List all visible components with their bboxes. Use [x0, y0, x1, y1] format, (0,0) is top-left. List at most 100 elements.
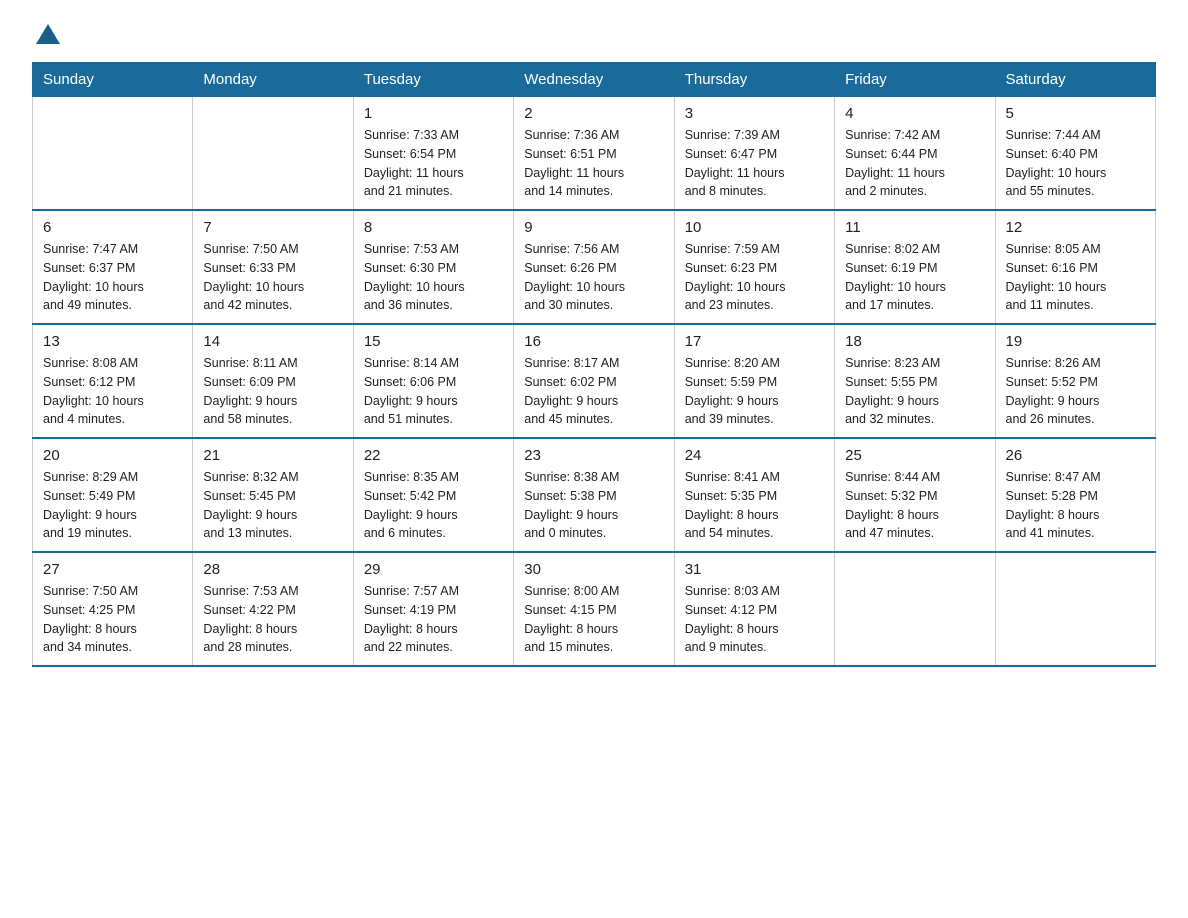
day-number: 30 [524, 561, 663, 578]
day-info: Sunrise: 8:08 AMSunset: 6:12 PMDaylight:… [43, 354, 182, 429]
day-number: 10 [685, 219, 824, 236]
day-number: 27 [43, 561, 182, 578]
day-info: Sunrise: 8:41 AMSunset: 5:35 PMDaylight:… [685, 468, 824, 543]
day-info: Sunrise: 7:57 AMSunset: 4:19 PMDaylight:… [364, 582, 503, 657]
calendar-week-row: 20 Sunrise: 8:29 AMSunset: 5:49 PMDayligh… [33, 438, 1156, 552]
calendar-cell: 17 Sunrise: 8:20 AMSunset: 5:59 PMDayligh… [674, 324, 834, 438]
calendar-header-row: SundayMondayTuesdayWednesdayThursdayFrid… [33, 63, 1156, 97]
calendar-cell [193, 97, 353, 211]
day-number: 24 [685, 447, 824, 464]
day-info: Sunrise: 7:42 AMSunset: 6:44 PMDaylight:… [845, 126, 984, 201]
day-info: Sunrise: 7:44 AMSunset: 6:40 PMDaylight:… [1006, 126, 1145, 201]
day-number: 23 [524, 447, 663, 464]
day-info: Sunrise: 8:35 AMSunset: 5:42 PMDaylight:… [364, 468, 503, 543]
day-number: 28 [203, 561, 342, 578]
calendar-cell: 5Sunrise: 7:44 AMSunset: 6:40 PMDaylight… [995, 97, 1155, 211]
day-info: Sunrise: 8:44 AMSunset: 5:32 PMDaylight:… [845, 468, 984, 543]
day-number: 29 [364, 561, 503, 578]
day-info: Sunrise: 8:38 AMSunset: 5:38 PMDaylight:… [524, 468, 663, 543]
day-number: 15 [364, 333, 503, 350]
day-info: Sunrise: 7:59 AMSunset: 6:23 PMDaylight:… [685, 240, 824, 315]
calendar-cell: 16Sunrise: 8:17 AMSunset: 6:02 PMDayligh… [514, 324, 674, 438]
day-info: Sunrise: 8:00 AMSunset: 4:15 PMDaylight:… [524, 582, 663, 657]
day-info: Sunrise: 8:02 AMSunset: 6:19 PMDaylight:… [845, 240, 984, 315]
calendar-cell: 20 Sunrise: 8:29 AMSunset: 5:49 PMDayligh… [33, 438, 193, 552]
calendar-cell: 24 Sunrise: 8:41 AMSunset: 5:35 PMDayligh… [674, 438, 834, 552]
day-info: Sunrise: 8:26 AMSunset: 5:52 PMDaylight:… [1006, 354, 1145, 429]
calendar-week-row: 6Sunrise: 7:47 AMSunset: 6:37 PMDaylight… [33, 210, 1156, 324]
day-info: Sunrise: 8:14 AMSunset: 6:06 PMDaylight:… [364, 354, 503, 429]
day-number: 21 [203, 447, 342, 464]
calendar-cell: 29 Sunrise: 7:57 AMSunset: 4:19 PMDayligh… [353, 552, 513, 666]
calendar-cell: 10 Sunrise: 7:59 AMSunset: 6:23 PMDayligh… [674, 210, 834, 324]
day-info: Sunrise: 8:05 AMSunset: 6:16 PMDaylight:… [1006, 240, 1145, 315]
header-day-monday: Monday [193, 63, 353, 97]
calendar-cell: 25 Sunrise: 8:44 AMSunset: 5:32 PMDayligh… [835, 438, 995, 552]
day-number: 19 [1006, 333, 1145, 350]
calendar-cell: 21 Sunrise: 8:32 AMSunset: 5:45 PMDayligh… [193, 438, 353, 552]
calendar-cell: 30 Sunrise: 8:00 AMSunset: 4:15 PMDayligh… [514, 552, 674, 666]
calendar-cell: 19 Sunrise: 8:26 AMSunset: 5:52 PMDayligh… [995, 324, 1155, 438]
day-number: 8 [364, 219, 503, 236]
day-info: Sunrise: 8:03 AMSunset: 4:12 PMDaylight:… [685, 582, 824, 657]
calendar-week-row: 27 Sunrise: 7:50 AMSunset: 4:25 PMDayligh… [33, 552, 1156, 666]
calendar-week-row: 13 Sunrise: 8:08 AMSunset: 6:12 PMDayligh… [33, 324, 1156, 438]
day-info: Sunrise: 7:50 AMSunset: 4:25 PMDaylight:… [43, 582, 182, 657]
header-day-friday: Friday [835, 63, 995, 97]
calendar-cell: 23 Sunrise: 8:38 AMSunset: 5:38 PMDayligh… [514, 438, 674, 552]
calendar-cell: 15 Sunrise: 8:14 AMSunset: 6:06 PMDayligh… [353, 324, 513, 438]
calendar-cell: 8 Sunrise: 7:53 AMSunset: 6:30 PMDaylight… [353, 210, 513, 324]
day-info: Sunrise: 7:53 AMSunset: 4:22 PMDaylight:… [203, 582, 342, 657]
day-number: 18 [845, 333, 984, 350]
calendar-cell: 27 Sunrise: 7:50 AMSunset: 4:25 PMDayligh… [33, 552, 193, 666]
day-number: 17 [685, 333, 824, 350]
day-info: Sunrise: 8:23 AMSunset: 5:55 PMDaylight:… [845, 354, 984, 429]
day-number: 7 [203, 219, 342, 236]
day-number: 20 [43, 447, 182, 464]
calendar-cell: 2 Sunrise: 7:36 AMSunset: 6:51 PMDaylight… [514, 97, 674, 211]
day-number: 9 [524, 219, 663, 236]
day-number: 13 [43, 333, 182, 350]
day-info: Sunrise: 8:20 AMSunset: 5:59 PMDaylight:… [685, 354, 824, 429]
calendar-cell [33, 97, 193, 211]
calendar-table: SundayMondayTuesdayWednesdayThursdayFrid… [32, 62, 1156, 667]
calendar-cell [835, 552, 995, 666]
day-number: 26 [1006, 447, 1145, 464]
day-number: 22 [364, 447, 503, 464]
calendar-cell: 4 Sunrise: 7:42 AMSunset: 6:44 PMDaylight… [835, 97, 995, 211]
day-number: 4 [845, 105, 984, 122]
calendar-cell: 31 Sunrise: 8:03 AMSunset: 4:12 PMDayligh… [674, 552, 834, 666]
logo [32, 24, 60, 46]
header-day-tuesday: Tuesday [353, 63, 513, 97]
day-info: Sunrise: 7:36 AMSunset: 6:51 PMDaylight:… [524, 126, 663, 201]
day-info: Sunrise: 8:11 AMSunset: 6:09 PMDaylight:… [203, 354, 342, 429]
day-info: Sunrise: 7:47 AMSunset: 6:37 PMDaylight:… [43, 240, 182, 315]
day-number: 2 [524, 105, 663, 122]
day-info: Sunrise: 8:29 AMSunset: 5:49 PMDaylight:… [43, 468, 182, 543]
calendar-cell: 28 Sunrise: 7:53 AMSunset: 4:22 PMDayligh… [193, 552, 353, 666]
day-number: 12 [1006, 219, 1145, 236]
calendar-cell: 26 Sunrise: 8:47 AMSunset: 5:28 PMDayligh… [995, 438, 1155, 552]
calendar-cell: 6Sunrise: 7:47 AMSunset: 6:37 PMDaylight… [33, 210, 193, 324]
day-number: 31 [685, 561, 824, 578]
day-info: Sunrise: 7:50 AMSunset: 6:33 PMDaylight:… [203, 240, 342, 315]
day-info: Sunrise: 7:39 AMSunset: 6:47 PMDaylight:… [685, 126, 824, 201]
calendar-cell: 14Sunrise: 8:11 AMSunset: 6:09 PMDayligh… [193, 324, 353, 438]
day-info: Sunrise: 8:17 AMSunset: 6:02 PMDaylight:… [524, 354, 663, 429]
header-day-thursday: Thursday [674, 63, 834, 97]
day-info: Sunrise: 7:56 AMSunset: 6:26 PMDaylight:… [524, 240, 663, 315]
day-info: Sunrise: 7:53 AMSunset: 6:30 PMDaylight:… [364, 240, 503, 315]
day-number: 11 [845, 219, 984, 236]
page-header [32, 24, 1156, 46]
day-number: 25 [845, 447, 984, 464]
calendar-cell: 12 Sunrise: 8:05 AMSunset: 6:16 PMDayligh… [995, 210, 1155, 324]
calendar-cell: 18 Sunrise: 8:23 AMSunset: 5:55 PMDayligh… [835, 324, 995, 438]
day-number: 3 [685, 105, 824, 122]
calendar-cell: 13 Sunrise: 8:08 AMSunset: 6:12 PMDayligh… [33, 324, 193, 438]
day-info: Sunrise: 8:47 AMSunset: 5:28 PMDaylight:… [1006, 468, 1145, 543]
header-day-sunday: Sunday [33, 63, 193, 97]
calendar-cell: 7 Sunrise: 7:50 AMSunset: 6:33 PMDaylight… [193, 210, 353, 324]
calendar-cell: 9 Sunrise: 7:56 AMSunset: 6:26 PMDaylight… [514, 210, 674, 324]
day-info: Sunrise: 8:32 AMSunset: 5:45 PMDaylight:… [203, 468, 342, 543]
calendar-cell: 3 Sunrise: 7:39 AMSunset: 6:47 PMDaylight… [674, 97, 834, 211]
